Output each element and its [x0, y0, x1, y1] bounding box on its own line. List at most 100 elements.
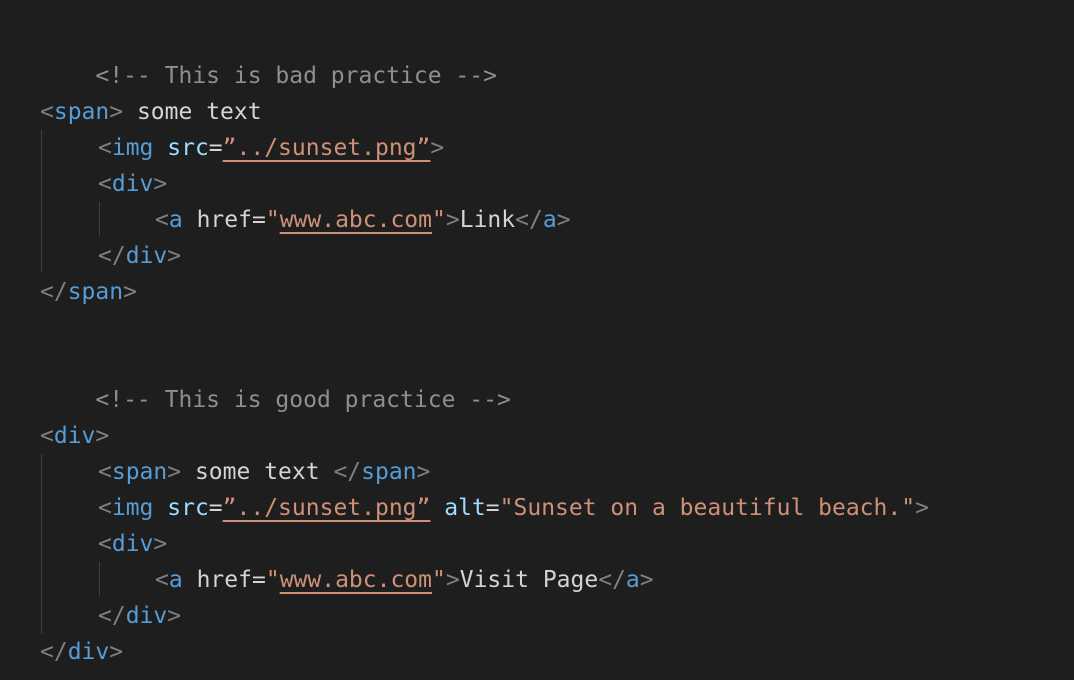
- tag-bracket: <: [98, 531, 112, 557]
- tag-bracket: <: [98, 459, 112, 485]
- quote-mark: ”: [416, 495, 431, 521]
- tag-name: div: [53, 423, 96, 449]
- tag-name: span: [111, 459, 168, 485]
- tag-bracket: >: [153, 531, 168, 557]
- code-line-div-open: <div>: [98, 526, 167, 562]
- code-line-img: <img src=”../sunset.png”>: [98, 130, 444, 166]
- quote-mark: ": [901, 495, 916, 521]
- tag-bracket: </: [333, 459, 362, 485]
- tag-bracket: >: [416, 459, 431, 485]
- comment-text: <!-- This is bad practice -->: [95, 63, 497, 89]
- equals-sign: =: [251, 567, 266, 593]
- code-editor[interactable]: <!-- This is bad practice --> <span> som…: [0, 0, 1074, 680]
- text-content: Link: [459, 207, 516, 233]
- tag-name: span: [53, 99, 110, 125]
- tag-bracket: <: [155, 207, 169, 233]
- tag-bracket: </: [40, 639, 68, 665]
- tag-name: img: [111, 135, 154, 161]
- tag-bracket: >: [556, 207, 571, 233]
- equals-sign: =: [208, 135, 223, 161]
- equals-sign: =: [251, 207, 266, 233]
- tag-name: img: [111, 495, 154, 521]
- attribute-name: alt: [430, 495, 486, 521]
- tag-bracket: >: [109, 99, 124, 125]
- tag-bracket: >: [123, 279, 137, 305]
- tag-name: div: [111, 531, 154, 557]
- quote-mark: ": [265, 567, 280, 593]
- attribute-value[interactable]: www.abc.com: [280, 567, 432, 593]
- tag-bracket: <: [98, 135, 112, 161]
- indent-guide: [41, 130, 42, 272]
- tag-bracket: <: [40, 99, 54, 125]
- code-line-div-open: <div>: [98, 166, 167, 202]
- tag-bracket: >: [167, 603, 182, 629]
- code-line-div-close: </div>: [98, 598, 181, 634]
- tag-name: div: [125, 243, 168, 269]
- attribute-value[interactable]: www.abc.com: [280, 207, 432, 233]
- tag-name: a: [625, 567, 640, 593]
- code-line-span-open: <span> some text: [40, 94, 262, 130]
- quote-mark: ": [432, 567, 446, 593]
- code-line-comment: <!-- This is bad practice -->: [40, 22, 497, 89]
- equals-sign: =: [485, 495, 500, 521]
- attribute-value-text: ../sunset.png: [236, 135, 417, 161]
- indent-guide: [41, 454, 42, 634]
- tag-bracket: <: [40, 423, 54, 449]
- attribute-value-text: ../sunset.png: [236, 495, 417, 521]
- tag-bracket: </: [40, 279, 68, 305]
- tag-bracket: </: [98, 603, 126, 629]
- tag-bracket: </: [515, 207, 543, 233]
- quote-mark: ”: [416, 135, 431, 161]
- tag-bracket: >: [109, 639, 124, 665]
- code-line-div-open: <div>: [40, 418, 109, 454]
- tag-bracket: <: [155, 567, 169, 593]
- tag-name: div: [111, 171, 154, 197]
- text-content: Visit Page: [459, 567, 599, 593]
- tag-name: a: [542, 207, 557, 233]
- code-line-img: <img src=”../sunset.png” alt="Sunset on …: [98, 490, 929, 526]
- comment-text: <!-- This is good practice -->: [95, 387, 511, 413]
- code-line-anchor: <a href="www.abc.com">Link</a>: [155, 202, 571, 238]
- indent-guide: [99, 202, 100, 236]
- tag-bracket: >: [167, 459, 182, 485]
- attribute-name: src: [153, 135, 209, 161]
- attribute-value[interactable]: ”../sunset.png”: [223, 135, 431, 161]
- equals-sign: =: [208, 495, 223, 521]
- tag-bracket: </: [98, 243, 126, 269]
- tag-bracket: >: [639, 567, 654, 593]
- tag-name: span: [361, 459, 417, 485]
- quote-mark: ”: [222, 135, 237, 161]
- tag-name: a: [168, 207, 183, 233]
- tag-name: span: [67, 279, 124, 305]
- attribute-name: src: [153, 495, 209, 521]
- text-content: some text: [181, 459, 334, 485]
- tag-name: a: [168, 567, 183, 593]
- quote-mark: ": [265, 207, 280, 233]
- tag-bracket: >: [167, 243, 182, 269]
- attribute-value[interactable]: ”../sunset.png”: [223, 495, 431, 521]
- tag-bracket: >: [95, 423, 110, 449]
- tag-bracket: >: [445, 207, 460, 233]
- code-line-div-close: </div>: [98, 238, 181, 274]
- text-content: some text: [123, 99, 262, 125]
- attribute-name: href: [182, 207, 252, 233]
- quote-mark: ": [432, 207, 446, 233]
- tag-bracket: >: [153, 171, 168, 197]
- indent-guide: [99, 562, 100, 596]
- tag-bracket: <: [98, 495, 112, 521]
- tag-name: div: [67, 639, 110, 665]
- tag-bracket: </: [598, 567, 626, 593]
- attribute-value: Sunset on a beautiful beach.: [513, 495, 902, 521]
- tag-bracket: >: [915, 495, 929, 521]
- quote-mark: ”: [222, 495, 237, 521]
- code-line-span: <span> some text </span>: [98, 454, 430, 490]
- tag-name: div: [125, 603, 168, 629]
- code-line-div-close: </div>: [40, 634, 123, 670]
- tag-bracket: >: [445, 567, 460, 593]
- tag-bracket: >: [430, 135, 445, 161]
- attribute-name: href: [182, 567, 252, 593]
- code-line-anchor: <a href="www.abc.com">Visit Page</a>: [155, 562, 654, 598]
- quote-mark: ": [499, 495, 514, 521]
- tag-bracket: <: [98, 171, 112, 197]
- code-line-span-close: </span>: [40, 274, 137, 310]
